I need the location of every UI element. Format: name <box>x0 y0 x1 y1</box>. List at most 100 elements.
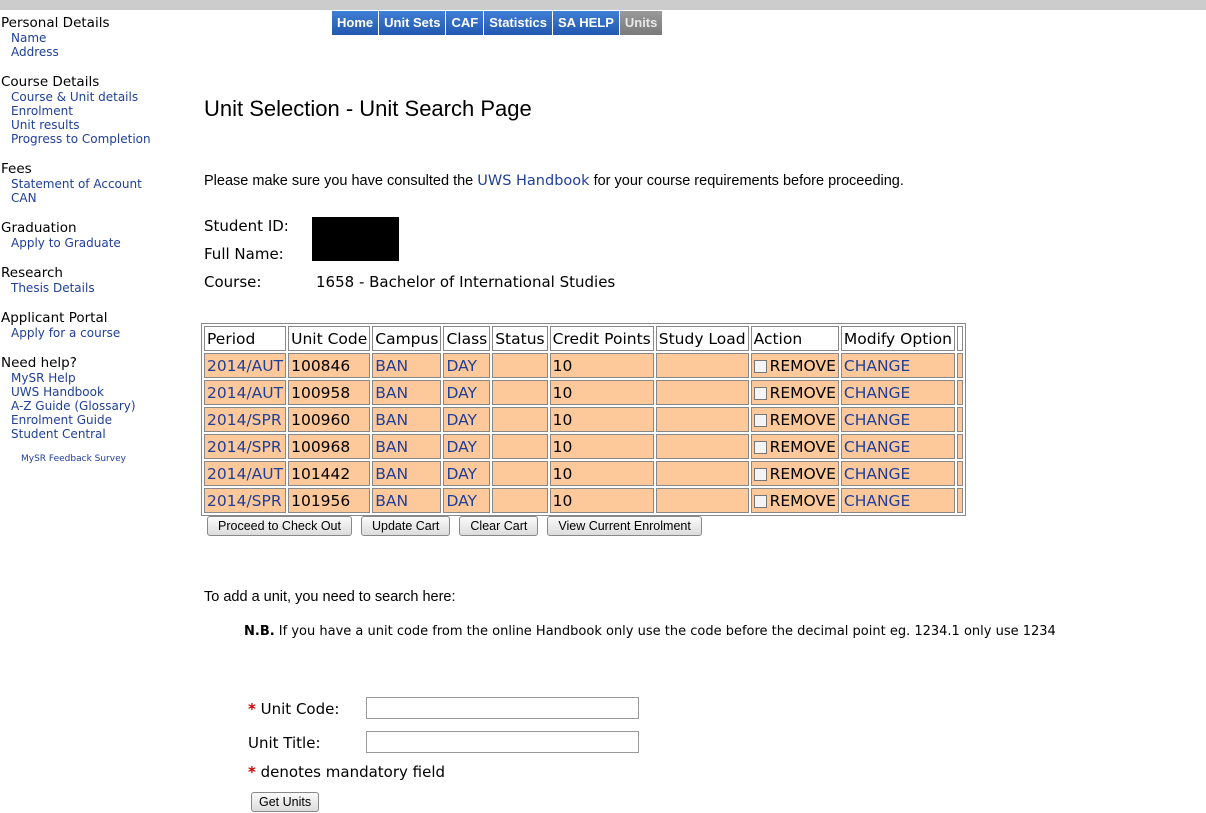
consult-notice: Please make sure you have consulted the … <box>204 173 904 189</box>
sidebar-section-research: Research Thesis Details <box>1 265 171 295</box>
cell-action: REMOVE <box>750 488 839 513</box>
tab-unit-sets[interactable]: Unit Sets <box>379 11 447 35</box>
remove-checkbox[interactable] <box>753 413 767 427</box>
campus-link[interactable]: BAN <box>375 465 408 483</box>
sidebar-item-address[interactable]: Address <box>1 45 171 59</box>
clear-cart-button[interactable]: Clear Cart <box>459 516 539 536</box>
class-link[interactable]: DAY <box>446 411 477 429</box>
period-link[interactable]: 2014/AUT <box>207 384 283 402</box>
unit-code-input[interactable] <box>366 697 639 719</box>
cell-status <box>492 461 548 486</box>
cell-code: 100958 <box>288 380 371 405</box>
mandatory-note: * denotes mandatory field <box>248 763 446 781</box>
cell-load <box>655 434 749 459</box>
sidebar-item-enrolment-guide[interactable]: Enrolment Guide <box>1 413 171 427</box>
cell-modify: CHANGE <box>840 353 955 378</box>
cell-campus: BAN <box>372 407 442 432</box>
class-link[interactable]: DAY <box>446 492 477 510</box>
sidebar-item-thesis-details[interactable]: Thesis Details <box>1 281 171 295</box>
class-link[interactable]: DAY <box>446 438 477 456</box>
add-unit-instruction: To add a unit, you need to search here: <box>204 589 456 605</box>
sidebar-item-course-unit-details[interactable]: Course & Unit details <box>1 90 171 104</box>
sidebar-item-enrolment[interactable]: Enrolment <box>1 104 171 118</box>
class-link[interactable]: DAY <box>446 384 477 402</box>
column-header-unit-code: Unit Code <box>288 326 371 351</box>
period-link[interactable]: 2014/AUT <box>207 357 283 375</box>
sidebar-item-apply-for-a-course[interactable]: Apply for a course <box>1 326 171 340</box>
cell-period: 2014/AUT <box>204 380 287 405</box>
tab-sa-help[interactable]: SA HELP <box>553 11 620 35</box>
change-link[interactable]: CHANGE <box>844 438 910 456</box>
table-row: 2014/AUT 101442 BAN DAY 10 REMOVE CHANGE <box>204 461 963 486</box>
cell-class: DAY <box>443 407 491 432</box>
sidebar-item-unit-results[interactable]: Unit results <box>1 118 171 132</box>
cell-campus: BAN <box>372 488 442 513</box>
table-row: 2014/SPR 101956 BAN DAY 10 REMOVE CHANGE <box>204 488 963 513</box>
sidebar-item-statement-of-account[interactable]: Statement of Account <box>1 177 171 191</box>
cell-extra <box>956 380 963 405</box>
sidebar-item-name[interactable]: Name <box>1 31 171 45</box>
sidebar-item-apply-to-graduate[interactable]: Apply to Graduate <box>1 236 171 250</box>
sidebar-item-progress-to-completion[interactable]: Progress to Completion <box>1 132 171 146</box>
get-units-button[interactable]: Get Units <box>251 792 320 812</box>
uws-handbook-link[interactable]: UWS Handbook <box>477 173 589 189</box>
class-link[interactable]: DAY <box>446 357 477 375</box>
unit-title-input[interactable] <box>366 731 639 753</box>
sidebar-item-can[interactable]: CAN <box>1 191 171 205</box>
change-link[interactable]: CHANGE <box>844 384 910 402</box>
cell-class: DAY <box>443 461 491 486</box>
tab-home[interactable]: Home <box>332 11 380 35</box>
period-link[interactable]: 2014/SPR <box>207 438 282 456</box>
sidebar-item-mysr-help[interactable]: MySR Help <box>1 371 171 385</box>
tab-statistics[interactable]: Statistics <box>484 11 553 35</box>
change-link[interactable]: CHANGE <box>844 465 910 483</box>
period-link[interactable]: 2014/SPR <box>207 492 282 510</box>
campus-link[interactable]: BAN <box>375 357 408 375</box>
sidebar-section-title: Course Details <box>1 74 100 90</box>
sidebar-section-course-details: Course Details Course & Unit details Enrol… <box>1 74 171 146</box>
tab-units[interactable]: Units <box>619 11 664 35</box>
campus-link[interactable]: BAN <box>375 384 408 402</box>
column-header-class: Class <box>443 326 491 351</box>
cell-campus: BAN <box>372 353 442 378</box>
campus-link[interactable]: BAN <box>375 411 408 429</box>
cell-extra <box>956 461 963 486</box>
campus-link[interactable]: BAN <box>375 438 408 456</box>
period-link[interactable]: 2014/AUT <box>207 465 283 483</box>
tab-caf[interactable]: CAF <box>446 11 485 35</box>
period-link[interactable]: 2014/SPR <box>207 411 282 429</box>
cell-period: 2014/AUT <box>204 353 287 378</box>
column-header-action: Action <box>750 326 839 351</box>
remove-checkbox[interactable] <box>753 359 767 373</box>
cell-campus: BAN <box>372 434 442 459</box>
column-header-extra <box>956 326 963 351</box>
cell-extra <box>956 407 963 432</box>
proceed-checkout-button[interactable]: Proceed to Check Out <box>207 516 352 536</box>
campus-link[interactable]: BAN <box>375 492 408 510</box>
view-enrolment-button[interactable]: View Current Enrolment <box>547 516 702 536</box>
change-link[interactable]: CHANGE <box>844 357 910 375</box>
remove-checkbox[interactable] <box>753 494 767 508</box>
sidebar-item-student-central[interactable]: Student Central <box>1 427 171 441</box>
table-row: 2014/SPR 100968 BAN DAY 10 REMOVE CHANGE <box>204 434 963 459</box>
sidebar-item-a-z-guide-glossary[interactable]: A-Z Guide (Glossary) <box>1 399 171 413</box>
sidebar-section-title: Personal Details <box>1 15 110 31</box>
sidebar-section-title: Applicant Portal <box>1 310 108 326</box>
table-header-row: Period Unit Code Campus Class Status Credit P… <box>204 326 963 351</box>
change-link[interactable]: CHANGE <box>844 492 910 510</box>
class-link[interactable]: DAY <box>446 465 477 483</box>
feedback-survey-link[interactable]: MySR Feedback Survey <box>1 454 171 464</box>
change-link[interactable]: CHANGE <box>844 411 910 429</box>
cell-status <box>492 488 548 513</box>
remove-checkbox[interactable] <box>753 467 767 481</box>
cell-credit: 10 <box>549 407 654 432</box>
update-cart-button[interactable]: Update Cart <box>360 516 451 536</box>
remove-checkbox[interactable] <box>753 440 767 454</box>
column-header-credit-points: Credit Points <box>549 326 654 351</box>
remove-checkbox[interactable] <box>753 386 767 400</box>
column-header-study-load: Study Load <box>655 326 749 351</box>
cell-credit: 10 <box>549 380 654 405</box>
cell-modify: CHANGE <box>840 407 955 432</box>
top-bar <box>0 0 1206 10</box>
sidebar-item-uws-handbook[interactable]: UWS Handbook <box>1 385 171 399</box>
